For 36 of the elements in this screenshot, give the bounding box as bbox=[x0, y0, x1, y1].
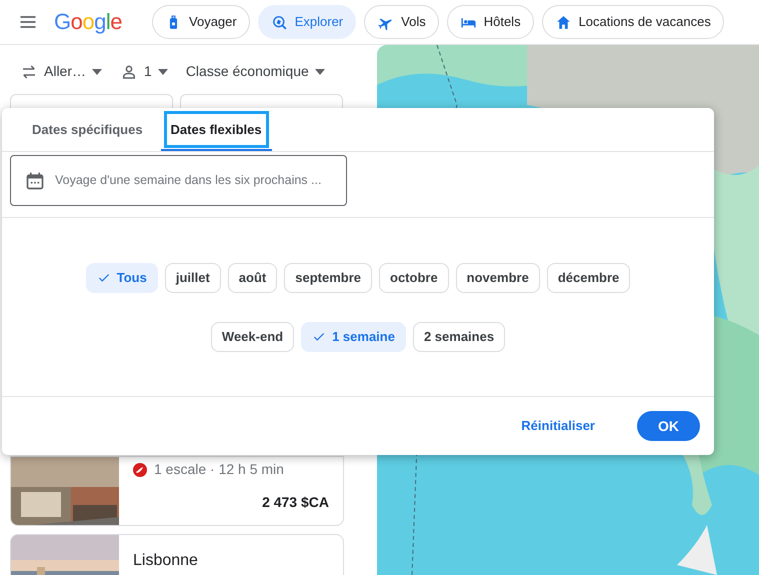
duration-chip[interactable]: Week-end bbox=[210, 322, 294, 352]
caret-icon bbox=[314, 66, 325, 76]
date-mode-tab[interactable]: Dates flexibles bbox=[160, 108, 272, 151]
reset-button[interactable]: Réinitialiser bbox=[515, 415, 601, 437]
stops-text: 1 escale · 12 h 5 min bbox=[154, 460, 284, 479]
month-chip[interactable]: juillet bbox=[164, 262, 221, 292]
month-chip[interactable]: Tous bbox=[86, 262, 158, 292]
trip-type-dropdown[interactable]: Aller… bbox=[18, 59, 104, 84]
airline-logo-icon bbox=[133, 462, 147, 476]
logo[interactable]: Google bbox=[54, 11, 122, 33]
ok-button[interactable]: OK bbox=[637, 411, 700, 441]
month-chip[interactable]: septembre bbox=[284, 262, 372, 292]
caret-icon bbox=[158, 66, 168, 76]
caret-icon bbox=[92, 66, 102, 76]
nav-tab[interactable]: Explorer bbox=[258, 5, 356, 39]
result-card[interactable]: Lisbonne bbox=[10, 534, 344, 575]
price: 2 473 $CA bbox=[262, 493, 329, 512]
date-range-field[interactable]: Voyage d'une semaine dans les six prochains ... bbox=[10, 155, 347, 206]
calendar-icon bbox=[25, 170, 45, 190]
house-icon bbox=[554, 14, 572, 30]
nav-tab[interactable]: Vols bbox=[364, 5, 439, 39]
month-chip[interactable]: décembre bbox=[546, 262, 630, 292]
city-name: Lisbonne bbox=[133, 551, 199, 571]
month-chip[interactable]: août bbox=[228, 262, 278, 292]
nav-tab[interactable]: Hôtels bbox=[446, 5, 534, 39]
duration-chip[interactable]: 2 semaines bbox=[412, 322, 506, 352]
nav-tab[interactable]: Voyager bbox=[152, 5, 250, 39]
cabin-class-dropdown[interactable]: Classe économique bbox=[184, 59, 327, 84]
date-mode-tab[interactable]: Dates spécifiques bbox=[22, 108, 153, 151]
swap-arrows-icon bbox=[20, 62, 38, 80]
month-chip[interactable]: octobre bbox=[379, 262, 449, 292]
passengers-dropdown[interactable]: 1 bbox=[118, 59, 170, 84]
explore-icon bbox=[270, 14, 288, 30]
duration-chip[interactable]: 1 semaine bbox=[301, 322, 406, 352]
month-chip[interactable]: novembre bbox=[456, 262, 540, 292]
nav-tab[interactable]: Locations de vacances bbox=[542, 5, 724, 39]
